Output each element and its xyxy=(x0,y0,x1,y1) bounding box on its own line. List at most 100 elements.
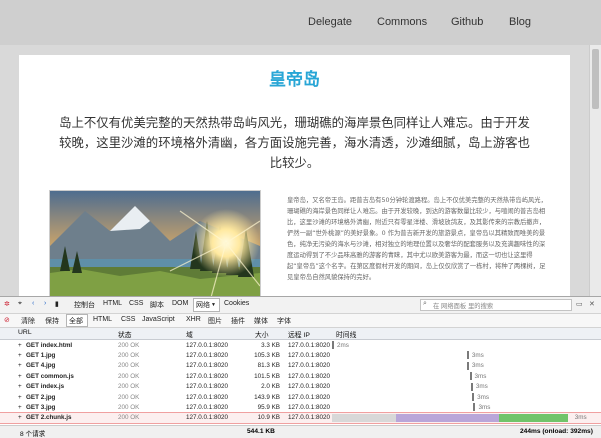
column-size[interactable]: 大小 xyxy=(255,329,269,339)
network-request-row[interactable]: + GET 2.chunk.js 200 OK 127.0.0.1:8020 10.9 … xyxy=(0,411,601,425)
nav-link-blog[interactable]: Blog xyxy=(509,16,531,28)
request-status: 200 OK xyxy=(118,403,140,411)
request-remote-ip: 127.0.0.1:8020 xyxy=(288,414,331,422)
page-scrollbar[interactable] xyxy=(589,45,601,297)
tab-dom[interactable]: DOM xyxy=(172,300,188,307)
request-domain: 127.0.0.1:8020 xyxy=(186,372,229,380)
network-summary: 8 个请求 544.1 KB 244ms (onload: 392ms) xyxy=(0,425,601,438)
network-request-row[interactable]: + GET 3.jpg 200 OK 127.0.0.1:8020 95.9 KB 127… xyxy=(0,402,601,412)
timeline-bar xyxy=(470,382,473,391)
network-request-row[interactable]: + GET common.js 200 OK 127.0.0.1:8020 101.5 … xyxy=(0,371,601,381)
expand-icon[interactable]: + xyxy=(18,394,22,401)
expand-icon[interactable]: + xyxy=(18,414,22,421)
close-icon[interactable]: ✕ xyxy=(589,300,595,308)
filter-all[interactable]: 全部 xyxy=(69,316,83,326)
request-remote-ip: 127.0.0.1:8020 xyxy=(288,403,331,411)
filter-xhr[interactable]: XHR xyxy=(186,316,201,323)
column-domain[interactable]: 域 xyxy=(186,329,193,339)
expand-icon[interactable]: + xyxy=(18,352,22,359)
column-remote-ip[interactable]: 远程 IP xyxy=(288,329,310,339)
column-status[interactable]: 状态 xyxy=(118,329,132,339)
request-domain: 127.0.0.1:8020 xyxy=(186,383,229,391)
chevron-down-icon[interactable]: ▼ xyxy=(211,302,216,308)
timeline-duration-label: 3ms xyxy=(478,403,491,411)
filter-images[interactable]: 图片 xyxy=(208,316,222,326)
page-scrollbar-thumb[interactable] xyxy=(592,49,599,109)
total-timing: 244ms (onload: 392ms) xyxy=(520,428,593,435)
request-remote-ip: 127.0.0.1:8020 xyxy=(288,383,331,391)
network-request-row[interactable]: + GET 2.jpg 200 OK 127.0.0.1:8020 143.9 KB 12… xyxy=(0,392,601,402)
request-status: 200 OK xyxy=(118,362,140,370)
timeline-duration-label: 3ms xyxy=(574,414,587,422)
persist-button[interactable]: 保持 xyxy=(45,316,59,326)
network-search-input[interactable]: ⌕ 在 网络面板 里的搜索 xyxy=(420,299,572,311)
forward-arrow-icon[interactable]: › xyxy=(44,300,46,307)
request-remote-ip: 127.0.0.1:8020 xyxy=(288,351,331,359)
bug-icon[interactable]: ✲ xyxy=(4,300,10,308)
request-size: 10.9 KB xyxy=(257,414,280,422)
request-remote-ip: 127.0.0.1:8020 xyxy=(288,362,331,370)
expand-icon[interactable]: + xyxy=(18,404,22,411)
request-status: 200 OK xyxy=(118,383,140,391)
timeline-bar xyxy=(472,393,475,401)
inspect-icon[interactable]: ⌖ xyxy=(18,300,22,308)
tab-cookies[interactable]: Cookies xyxy=(224,300,249,307)
clear-button[interactable]: 清除 xyxy=(21,316,35,326)
filter-html[interactable]: HTML xyxy=(93,316,112,323)
minimize-icon[interactable]: ▭ xyxy=(576,300,583,308)
devtools-toolbar: ✲ ⌖ ‹ › ▮ 控制台 HTML CSS 脚本 DOM 网络 ▼ Cooki… xyxy=(0,297,601,314)
network-request-row[interactable]: + GET index.html 200 OK 127.0.0.1:8020 3.3 K… xyxy=(0,340,601,350)
tab-script[interactable]: 脚本 xyxy=(150,300,164,310)
timeline-bar xyxy=(466,361,469,370)
timeline-duration-label: 3ms xyxy=(475,383,488,391)
network-request-row[interactable]: + GET index.js 200 OK 127.0.0.1:8020 2.0 KB 1… xyxy=(0,382,601,392)
filter-javascript[interactable]: JavaScript xyxy=(142,316,175,323)
request-status: 200 OK xyxy=(118,351,140,359)
filter-fonts[interactable]: 字体 xyxy=(277,316,291,326)
request-url: GET 2.chunk.js xyxy=(26,414,72,422)
landscape-sunset-photo xyxy=(49,190,261,302)
request-domain: 127.0.0.1:8020 xyxy=(186,393,229,401)
request-url: GET 2.jpg xyxy=(26,393,56,401)
request-domain: 127.0.0.1:8020 xyxy=(186,403,229,411)
timeline-duration-label: 3ms xyxy=(471,362,484,370)
request-url: GET 3.jpg xyxy=(26,403,56,411)
expand-icon[interactable]: + xyxy=(18,373,22,380)
timeline-duration-label: 3ms xyxy=(471,351,484,359)
tab-css[interactable]: CSS xyxy=(129,300,143,307)
request-url: GET index.html xyxy=(26,341,73,349)
request-url: GET index.js xyxy=(26,383,65,391)
nav-link-delegate[interactable]: Delegate xyxy=(308,16,352,28)
request-remote-ip: 127.0.0.1:8020 xyxy=(288,372,331,380)
network-search-placeholder: 在 网络面板 里的搜索 xyxy=(433,303,494,310)
filter-media[interactable]: 媒体 xyxy=(254,316,268,326)
request-status: 200 OK xyxy=(118,414,140,422)
timeline-bar xyxy=(466,351,469,360)
request-size: 2.0 KB xyxy=(261,383,280,391)
column-timeline[interactable]: 时间线 xyxy=(336,329,356,339)
nav-link-github[interactable]: Github xyxy=(451,16,483,28)
tab-network[interactable]: 网络 xyxy=(196,300,210,310)
expand-icon[interactable]: + xyxy=(18,362,22,369)
network-request-row[interactable]: + GET 1.jpg 200 OK 127.0.0.1:8020 105.3 KB 12… xyxy=(0,350,601,360)
filter-css[interactable]: CSS xyxy=(121,316,135,323)
timeline-bar xyxy=(469,372,472,381)
request-remote-ip: 127.0.0.1:8020 xyxy=(288,393,331,401)
clear-icon[interactable]: ⊘ xyxy=(4,316,10,324)
network-request-row[interactable]: + GET 4.jpg 200 OK 127.0.0.1:8020 81.3 KB 127… xyxy=(0,361,601,371)
separator-icon: ▮ xyxy=(55,301,59,308)
request-domain: 127.0.0.1:8020 xyxy=(186,351,229,359)
back-arrow-icon[interactable]: ‹ xyxy=(32,300,34,307)
request-status: 200 OK xyxy=(118,341,140,349)
filter-plugins[interactable]: 插件 xyxy=(231,316,245,326)
request-status: 200 OK xyxy=(118,372,140,380)
request-size: 81.3 KB xyxy=(257,362,280,370)
nav-link-commons[interactable]: Commons xyxy=(377,16,427,28)
request-url: GET 4.jpg xyxy=(26,362,56,370)
expand-icon[interactable]: + xyxy=(18,383,22,390)
expand-icon[interactable]: + xyxy=(18,342,22,349)
tab-html[interactable]: HTML xyxy=(103,300,122,307)
column-url[interactable]: URL xyxy=(18,329,32,336)
tab-console[interactable]: 控制台 xyxy=(74,300,95,310)
top-nav: Delegate Commons Github Blog xyxy=(0,0,601,45)
